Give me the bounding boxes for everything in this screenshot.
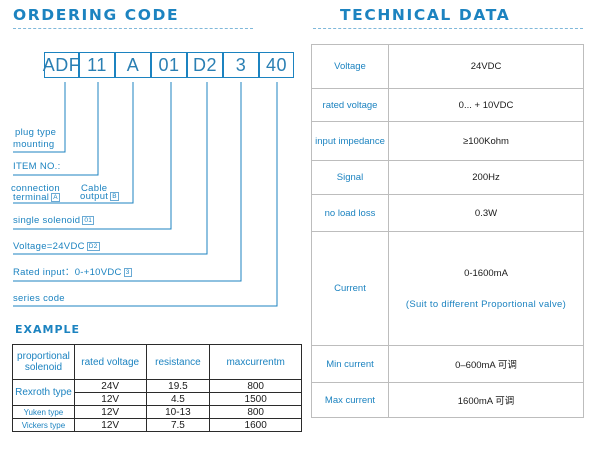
label-rated-input-text: Rated input：0-+10VDC bbox=[13, 267, 122, 279]
code-item-no: 11 bbox=[79, 52, 115, 78]
row-current: 1500 bbox=[209, 392, 302, 406]
code-series: ADF bbox=[43, 52, 80, 78]
label-plug-type: plug type bbox=[15, 127, 57, 138]
leader-solenoid bbox=[13, 82, 172, 230]
row-voltage: 12V bbox=[73, 392, 147, 406]
table-row: Vickers type 12V 7.5 1600 bbox=[12, 418, 302, 432]
label-voltage: Voltage=24VDC D2 bbox=[13, 242, 100, 252]
header-rated-voltage: rated voltage bbox=[73, 344, 147, 380]
row-voltage: 12V bbox=[73, 405, 147, 419]
example-header-row: proportional solenoid rated voltage resi… bbox=[12, 344, 302, 380]
row-resistance: 19.5 bbox=[145, 379, 211, 393]
tech-value: 200Hz bbox=[388, 160, 584, 195]
label-single-solenoid: single solenoid 01 bbox=[13, 215, 95, 227]
tech-name: Current bbox=[311, 231, 389, 346]
row-resistance: 10-13 bbox=[145, 405, 211, 419]
code-solenoid: 01 bbox=[151, 52, 187, 78]
tech-value: 24VDC bbox=[388, 44, 584, 89]
label-item-no: ITEM NO.: bbox=[13, 161, 61, 172]
row-name-rexroth: Rexroth type bbox=[12, 379, 75, 406]
label-single-solenoid-text: single solenoid bbox=[13, 215, 81, 227]
tech-name: Min current bbox=[311, 345, 389, 383]
label-mounting: mounting bbox=[13, 139, 55, 150]
table-row: Min current 0–600mA 可调 bbox=[311, 345, 584, 383]
label-series-code: series code bbox=[13, 293, 65, 304]
tag-b: B bbox=[110, 192, 119, 201]
header-resistance: resistance bbox=[145, 344, 211, 380]
tag-01: 01 bbox=[82, 216, 95, 225]
code-voltage: D2 bbox=[187, 52, 223, 78]
label-rated-input: Rated input：0-+10VDC 3 bbox=[13, 268, 132, 278]
label-output: output B bbox=[80, 192, 119, 202]
label-output-text: output bbox=[80, 191, 109, 203]
code-suffix: 40 bbox=[259, 52, 294, 78]
tech-value: 0... + 10VDC bbox=[388, 88, 584, 122]
row-resistance: 4.5 bbox=[145, 392, 211, 406]
row-name-vickers: Vickers type bbox=[12, 418, 75, 432]
table-row: Signal 200Hz bbox=[311, 160, 584, 195]
row-resistance: 7.5 bbox=[145, 418, 211, 432]
technical-data-table: Voltage 24VDC rated voltage 0... + 10VDC… bbox=[311, 44, 584, 418]
tech-value-current: 0-1600mA (Suit to different Proportional… bbox=[388, 231, 584, 346]
tech-name: no load loss bbox=[311, 194, 389, 232]
tech-name: Voltage bbox=[311, 44, 389, 89]
label-terminal-text: terminal bbox=[13, 192, 50, 204]
tech-value: ≥100Kohm bbox=[388, 121, 584, 161]
row-voltage: 12V bbox=[73, 418, 147, 432]
row-current: 1600 bbox=[209, 418, 302, 432]
tech-name: Signal bbox=[311, 160, 389, 195]
row-current: 800 bbox=[209, 379, 302, 393]
table-row: no load loss 0.3W bbox=[311, 194, 584, 232]
header-max-current: maxcurrentm bbox=[209, 344, 302, 380]
example-table: proportional solenoid rated voltage resi… bbox=[12, 344, 302, 432]
tech-value: 1600mA 可调 bbox=[388, 382, 584, 418]
row-name-yuken: Yuken type bbox=[12, 405, 75, 419]
technical-divider bbox=[313, 28, 583, 29]
tech-current-note: (Suit to different Proportional valve) bbox=[405, 298, 567, 310]
table-row: Yuken type 12V 10-13 800 bbox=[12, 405, 302, 419]
tag-a: A bbox=[51, 193, 60, 202]
ordering-divider bbox=[13, 28, 253, 29]
tech-name: Max current bbox=[311, 382, 389, 418]
table-row: rated voltage 0... + 10VDC bbox=[311, 88, 584, 122]
tech-name: rated voltage bbox=[311, 88, 389, 122]
row-voltage: 24V bbox=[73, 379, 147, 393]
tech-name: input impedance bbox=[311, 121, 389, 161]
tech-current-value: 0-1600mA bbox=[464, 267, 508, 279]
ordering-code-title: ORDERING CODE bbox=[13, 6, 180, 24]
table-row: Rexroth type 24V 19.5 800 bbox=[12, 379, 302, 406]
label-voltage-text: Voltage=24VDC bbox=[13, 241, 85, 253]
example-title: EXAMPLE bbox=[15, 323, 81, 336]
tag-3: 3 bbox=[123, 268, 132, 277]
label-terminal: terminal A bbox=[13, 193, 60, 203]
header-proportional-solenoid: proportional solenoid bbox=[12, 344, 75, 380]
code-plug-type: A bbox=[115, 52, 151, 78]
tech-value: 0.3W bbox=[388, 194, 584, 232]
tag-d2: D2 bbox=[86, 242, 100, 251]
code-rated-input: 3 bbox=[223, 52, 259, 78]
table-row: input impedance ≥100Kohm bbox=[311, 121, 584, 161]
technical-data-title: TECHNICAL DATA bbox=[340, 6, 511, 24]
table-row: Current 0-1600mA (Suit to different Prop… bbox=[311, 231, 584, 346]
table-row: Voltage 24VDC bbox=[311, 44, 584, 89]
row-current: 800 bbox=[209, 405, 302, 419]
table-row: Max current 1600mA 可调 bbox=[311, 382, 584, 418]
tech-value: 0–600mA 可调 bbox=[388, 345, 584, 383]
